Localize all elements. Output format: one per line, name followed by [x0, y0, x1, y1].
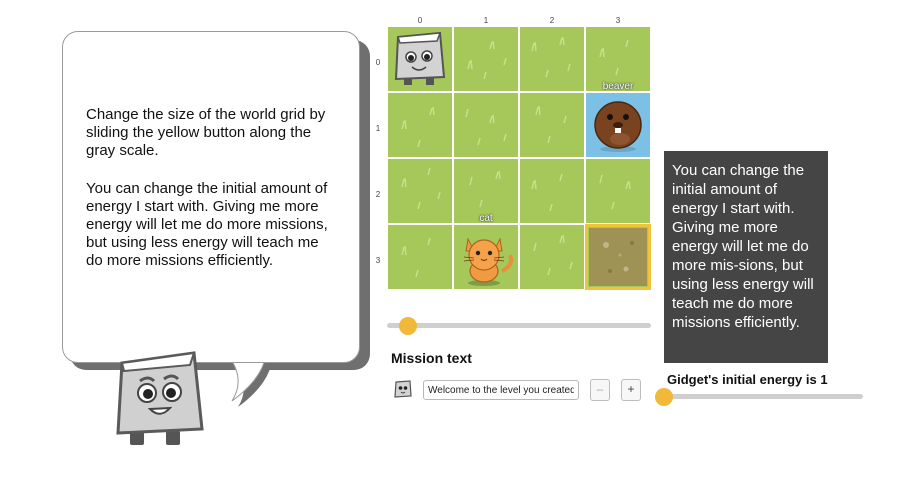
grid-cell[interactable]	[387, 224, 453, 290]
grid-size-slider[interactable]	[387, 317, 651, 335]
grid-row-labels: 0 1 2 3	[372, 26, 384, 290]
grid-column-labels: 0 1 2 3	[387, 16, 651, 26]
grid-cell[interactable]	[519, 224, 585, 290]
bubble-energy-hint: You can change the initial amount of ene…	[86, 180, 328, 269]
bubble-grid-size-hint: Change the size of the world grid by sli…	[86, 106, 326, 159]
mission-text-input[interactable]	[423, 380, 579, 400]
grid-cell[interactable]	[453, 92, 519, 158]
grid-cell[interactable]	[519, 92, 585, 158]
row-label: 0	[375, 58, 381, 67]
grid-cell[interactable]	[585, 158, 651, 224]
speech-bubble: Change the size of the world grid by sli…	[62, 31, 360, 363]
mission-row: – +	[393, 376, 653, 404]
grid-size-slider-knob[interactable]	[399, 317, 417, 335]
grass-icon	[531, 36, 571, 78]
grid-cell[interactable]	[519, 158, 585, 224]
grid-cell[interactable]	[387, 26, 453, 92]
grass-icon	[533, 234, 573, 276]
add-mission-button[interactable]: +	[621, 379, 641, 401]
grid-cell[interactable]	[387, 92, 453, 158]
grid-cell[interactable]	[453, 26, 519, 92]
column-label: 2	[549, 16, 555, 25]
mission-text-title: Mission text	[391, 350, 472, 366]
gidget-robot-icon	[394, 31, 446, 85]
row-label: 2	[375, 190, 381, 199]
energy-slider[interactable]	[655, 388, 865, 406]
dirt-icon	[589, 228, 647, 286]
row-label: 3	[375, 256, 381, 265]
beaver-label: beaver	[602, 81, 634, 92]
grid-size-slider-track[interactable]	[387, 323, 651, 328]
grass-icon	[535, 105, 567, 144]
gidget-avatar-icon	[394, 380, 412, 398]
energy-slider-track[interactable]	[663, 394, 863, 399]
cat-icon	[463, 237, 513, 286]
grass-icon	[401, 167, 441, 210]
grass-icon	[465, 108, 507, 146]
row-label: 1	[375, 124, 381, 133]
energy-slider-knob[interactable]	[655, 388, 673, 406]
speech-bubble-tail	[228, 355, 272, 407]
beaver-icon	[594, 101, 642, 152]
grid-cell-water[interactable]: beaver	[585, 81, 651, 158]
grid-cell[interactable]	[387, 158, 453, 224]
energy-tooltip: You can change the initial amount of ene…	[664, 151, 828, 363]
cat-label: cat	[479, 213, 493, 224]
grid-cell[interactable]	[519, 26, 585, 92]
grass-icon	[599, 174, 631, 210]
column-label: 0	[417, 16, 423, 25]
column-label: 1	[483, 16, 489, 25]
remove-mission-button[interactable]: –	[590, 379, 610, 401]
grass-icon	[401, 237, 431, 278]
grid-cell-selected[interactable]	[585, 224, 651, 290]
grass-icon	[467, 40, 507, 80]
grid-cell[interactable]: cat	[453, 213, 519, 290]
world-grid: beaver cat	[387, 26, 651, 290]
gidget-robot-icon	[116, 351, 204, 445]
grass-icon	[531, 173, 563, 212]
column-label: 3	[615, 16, 621, 25]
energy-label: Gidget's initial energy is 1	[667, 372, 828, 387]
grass-icon	[401, 106, 435, 148]
